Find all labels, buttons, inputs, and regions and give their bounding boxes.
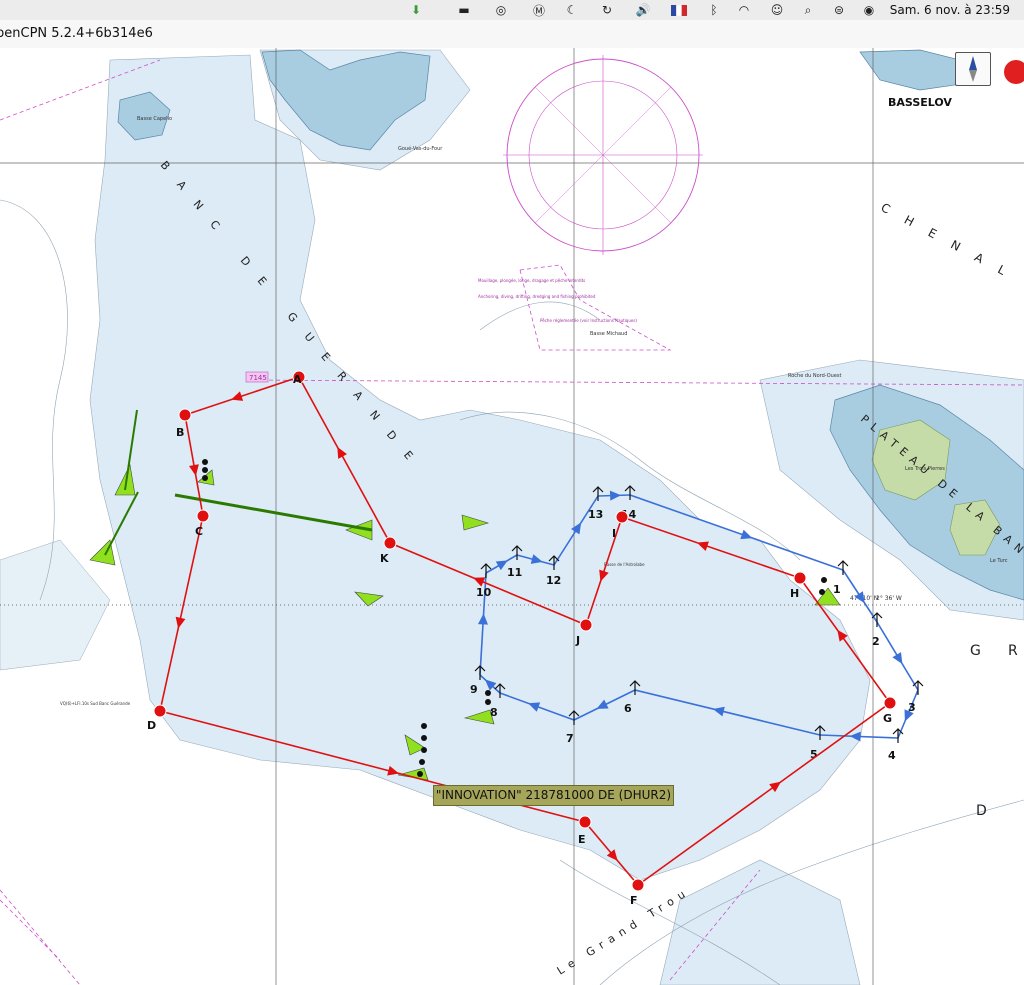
- edge-letter-g: G: [970, 643, 981, 659]
- needle-south: [969, 70, 977, 82]
- track-dot: [421, 747, 427, 753]
- red-waypoint-label: D: [147, 719, 156, 732]
- track-dot: [202, 475, 208, 481]
- note-peche: Pêche réglementée (voir Instructions Nau…: [540, 318, 637, 323]
- note-anchoring: Anchoring, diving, drifting, dredging an…: [478, 294, 596, 299]
- volume-icon[interactable]: 🔊: [634, 2, 652, 18]
- waypoint-circle-icon: [793, 571, 807, 585]
- compass-needle-icon: [969, 56, 977, 82]
- search-icon[interactable]: ⌕: [799, 2, 817, 18]
- red-waypoint-label: H: [790, 587, 799, 600]
- red-waypoint-label: C: [195, 525, 203, 538]
- red-waypoint-label: F: [630, 894, 638, 907]
- user-icon[interactable]: ☺: [768, 2, 786, 18]
- flag-blue: [671, 4, 677, 16]
- track-dot: [202, 459, 208, 465]
- ais-target-label[interactable]: "INNOVATION" 218781000 DE (DHUR2): [433, 785, 674, 806]
- moon-icon[interactable]: ☾: [563, 2, 581, 18]
- record-indicator-icon[interactable]: [1004, 60, 1024, 84]
- track-dot: [819, 589, 825, 595]
- place-le-turc: Le Turc: [990, 558, 1008, 564]
- place-goue-vas: Goué-Vas-du-Four: [398, 145, 443, 152]
- flag-white: [676, 4, 682, 16]
- blue-waypoint-label: 8: [490, 706, 498, 719]
- display-icon[interactable]: ▬: [455, 2, 473, 18]
- track-dot: [485, 699, 491, 705]
- blue-waypoint-label: 12: [546, 574, 561, 587]
- blue-waypoint-label: 13: [588, 508, 603, 521]
- blue-waypoint-label: 10: [476, 586, 492, 599]
- window-titlebar[interactable]: penCPN 5.2.4+6b314e6: [0, 20, 1024, 49]
- place-basselov: BASSELOV: [888, 96, 952, 109]
- flag-red: [681, 4, 687, 16]
- edge-letter-d: D: [976, 803, 987, 819]
- waypoint-circle-icon: [578, 815, 592, 829]
- note-astrolabe: Basse de l'Astrolabe: [604, 562, 645, 567]
- flag-fr-icon-svg: [671, 4, 687, 16]
- waypoint-circle-icon: [196, 509, 210, 523]
- place-basse-capello: Basse Capello: [137, 116, 172, 122]
- blue-waypoint-label: 2: [872, 635, 880, 648]
- waypoint-circle-icon: [178, 408, 192, 422]
- waypoint-circle-icon: [579, 618, 593, 632]
- edge-letter-r: R: [1008, 643, 1018, 659]
- time-machine-icon[interactable]: ↻: [598, 2, 616, 18]
- creative-cloud-icon[interactable]: ◎: [492, 2, 510, 18]
- blue-waypoint-label: 3: [908, 701, 916, 714]
- track-dot: [202, 467, 208, 473]
- track-dot: [417, 771, 423, 777]
- track-dot: [419, 759, 425, 765]
- red-waypoint-label: J: [575, 634, 580, 647]
- wifi-icon[interactable]: ◠: [735, 2, 753, 18]
- needle-north: [969, 56, 977, 70]
- track-dot: [421, 735, 427, 741]
- macos-menubar: ⬇ ▬ ◎ Ⓜ ☾ ↻ 🔊 ᛒ ◠ ☺ ⌕ ⊜ ◉ Sam. 6 nov. à …: [0, 0, 1024, 21]
- place-basse-michaud: Basse Michaud: [590, 331, 627, 337]
- grid-label-7145: 7145: [249, 374, 267, 382]
- place-roche-nord-ouest: Roche du Nord-Ouest: [788, 373, 841, 379]
- malwarebytes-icon[interactable]: Ⓜ: [530, 2, 548, 18]
- note-mouillage: Mouillage, plongée, longe, dragage et pê…: [478, 278, 585, 283]
- waypoint-circle-icon: [883, 696, 897, 710]
- red-waypoint-label: K: [380, 552, 389, 565]
- north-up-compass-widget[interactable]: [955, 52, 991, 86]
- red-waypoint-label: I: [612, 527, 616, 540]
- siri-icon[interactable]: ◉: [860, 2, 878, 18]
- waypoint-circle-icon: [631, 878, 645, 892]
- waypoint-circle-icon: [615, 510, 629, 524]
- waypoint-circle-icon: [153, 704, 167, 718]
- waypoint-circle-icon: [383, 536, 397, 550]
- red-waypoint-label: G: [883, 712, 892, 725]
- red-waypoint-label: A: [293, 373, 302, 386]
- blue-waypoint-label: 1: [833, 583, 841, 596]
- blue-waypoint-label: 11: [507, 566, 522, 579]
- bluetooth-icon[interactable]: ᛒ: [705, 2, 723, 18]
- track-dot: [421, 723, 427, 729]
- window-title: penCPN 5.2.4+6b314e6: [0, 26, 153, 41]
- place-trois-pierres: Les Trois Pierres: [905, 466, 945, 472]
- track-dot: [821, 577, 827, 583]
- blue-waypoint-label: 7: [566, 732, 574, 745]
- track-dot: [485, 690, 491, 696]
- red-waypoint-label: B: [176, 426, 184, 439]
- blue-waypoint-label: 6: [624, 702, 632, 715]
- lon-label: 2° 36' W: [876, 595, 902, 602]
- nautical-chart[interactable]: 47° 10' N 2° 36' W 7145 BANC DE GUERANDE…: [0, 48, 1024, 985]
- menubar-clock[interactable]: Sam. 6 nov. à 23:59: [890, 3, 1010, 17]
- flag-fr-icon[interactable]: [670, 2, 688, 18]
- red-waypoint-label: E: [578, 833, 586, 846]
- note-vq-light: VQ(6)+LFl.10s Sud Banc Guérande: [60, 701, 131, 706]
- blue-waypoint-label: 4: [888, 749, 896, 762]
- download-icon[interactable]: ⬇: [407, 2, 425, 18]
- blue-waypoint-label: 9: [470, 683, 478, 696]
- control-center-icon[interactable]: ⊜: [830, 2, 848, 18]
